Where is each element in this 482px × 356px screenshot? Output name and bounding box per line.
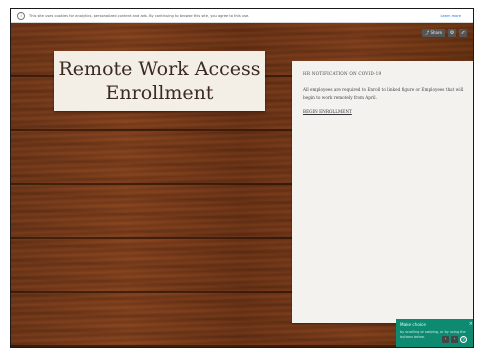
share-button[interactable]: ⤴ Share	[422, 29, 445, 37]
prev-icon[interactable]: ‹	[442, 336, 449, 343]
toast-notification: Make choice by scrolling or swiping, or …	[396, 319, 473, 347]
next-icon[interactable]: ›	[451, 336, 458, 343]
close-icon[interactable]: ×	[469, 321, 473, 327]
expand-icon[interactable]: ⤢	[459, 29, 467, 37]
begin-enrollment-link[interactable]: BEGIN ENROLLMENT	[303, 109, 464, 114]
cookie-learn-more-link[interactable]: Learn more	[441, 14, 462, 18]
notice-card: HR NOTIFICATION ON COVID-19 All employee…	[292, 61, 473, 323]
page-title: Remote Work Access Enrollment	[58, 58, 261, 104]
cookie-banner: i This site uses cookies for analytics, …	[11, 9, 473, 23]
toast-title: Make choice	[400, 322, 426, 327]
share-label: Share	[430, 30, 442, 35]
notice-body: All employees are required to Enroll to …	[303, 87, 464, 100]
notice-heading: HR NOTIFICATION ON COVID-19	[303, 71, 382, 76]
top-toolbar: ⤴ Share ⚙ ⤢	[422, 29, 467, 37]
browser-frame: i This site uses cookies for analytics, …	[10, 8, 474, 348]
gear-icon[interactable]: ⚙	[448, 29, 456, 37]
title-card: Remote Work Access Enrollment	[54, 51, 265, 111]
navigation-controls: ‹ › ?	[442, 336, 467, 343]
info-icon: i	[17, 11, 25, 20]
cookie-text: This site uses cookies for analytics, pe…	[29, 13, 250, 18]
help-icon[interactable]: ?	[460, 336, 467, 343]
